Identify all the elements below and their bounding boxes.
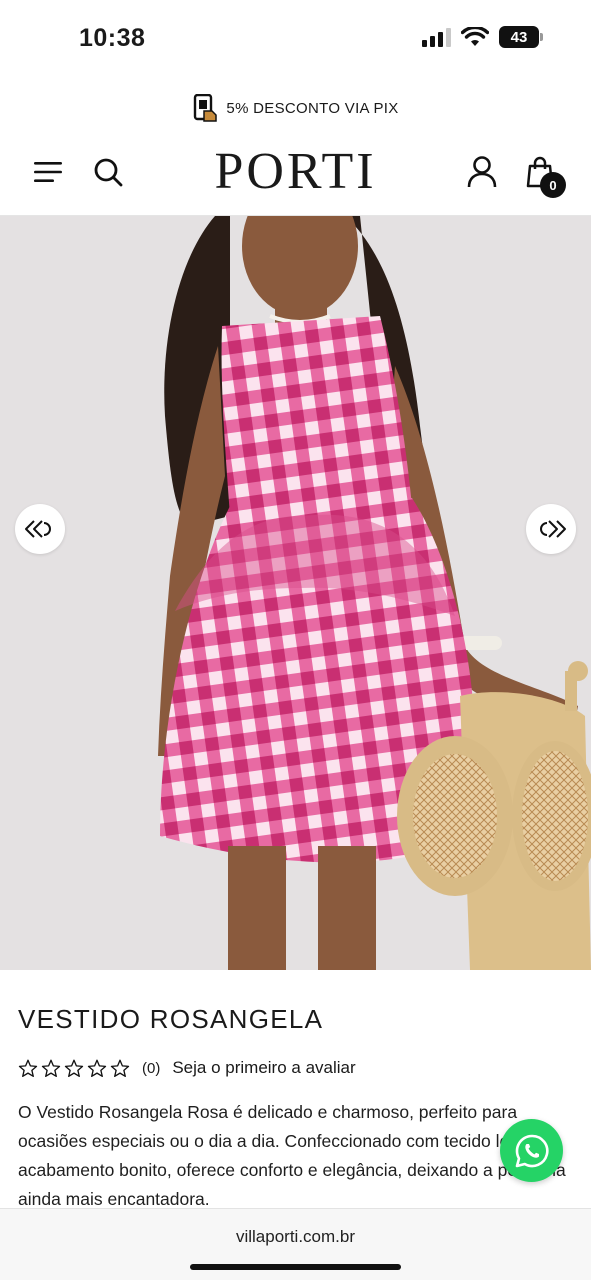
- cellular-signal-icon: [422, 27, 451, 47]
- star-icon: [87, 1059, 107, 1077]
- user-icon: [467, 156, 497, 188]
- pix-phone-icon: [194, 94, 218, 122]
- write-review-link[interactable]: Seja o primeiro a avaliar: [172, 1058, 355, 1078]
- status-bar: 10:38 43: [0, 0, 591, 80]
- double-chevron-left-icon: [25, 520, 51, 538]
- star-icon: [18, 1059, 38, 1077]
- next-image-button[interactable]: [526, 504, 576, 554]
- product-title: VESTIDO ROSANGELA: [18, 1004, 324, 1034]
- status-icons: 43: [422, 26, 543, 48]
- cart-count-badge: 0: [540, 172, 566, 198]
- double-chevron-right-icon: [540, 520, 566, 538]
- account-button[interactable]: [462, 152, 502, 192]
- url-text[interactable]: villaporti.com.br: [0, 1227, 591, 1247]
- rating-stars[interactable]: [18, 1059, 130, 1078]
- star-icon: [64, 1059, 84, 1077]
- product-rating: (0) Seja o primeiro a avaliar: [18, 1058, 356, 1078]
- product-image-carousel[interactable]: [0, 216, 591, 970]
- previous-image-button[interactable]: [15, 504, 65, 554]
- wifi-icon: [461, 27, 489, 46]
- star-icon: [41, 1059, 61, 1077]
- product-info: VESTIDO ROSANGELA (0) Seja o primeiro a …: [0, 970, 591, 1210]
- promo-banner[interactable]: 5% DESCONTO VIA PIX: [0, 92, 591, 124]
- product-description: O Vestido Rosangela Rosa é delicado e ch…: [18, 1102, 566, 1209]
- brand-logo[interactable]: PORTI: [0, 144, 591, 200]
- whatsapp-icon: [515, 1134, 549, 1167]
- home-indicator[interactable]: [190, 1264, 401, 1270]
- whatsapp-button[interactable]: [500, 1119, 563, 1182]
- site-header: PORTI 0: [0, 134, 591, 216]
- status-time: 10:38: [79, 24, 146, 52]
- product-photo: [0, 216, 591, 970]
- review-count: (0): [142, 1059, 161, 1077]
- battery-icon: 43: [499, 26, 543, 48]
- promo-text: 5% DESCONTO VIA PIX: [226, 99, 399, 117]
- browser-url-bar: villaporti.com.br: [0, 1208, 591, 1280]
- star-icon: [110, 1059, 130, 1077]
